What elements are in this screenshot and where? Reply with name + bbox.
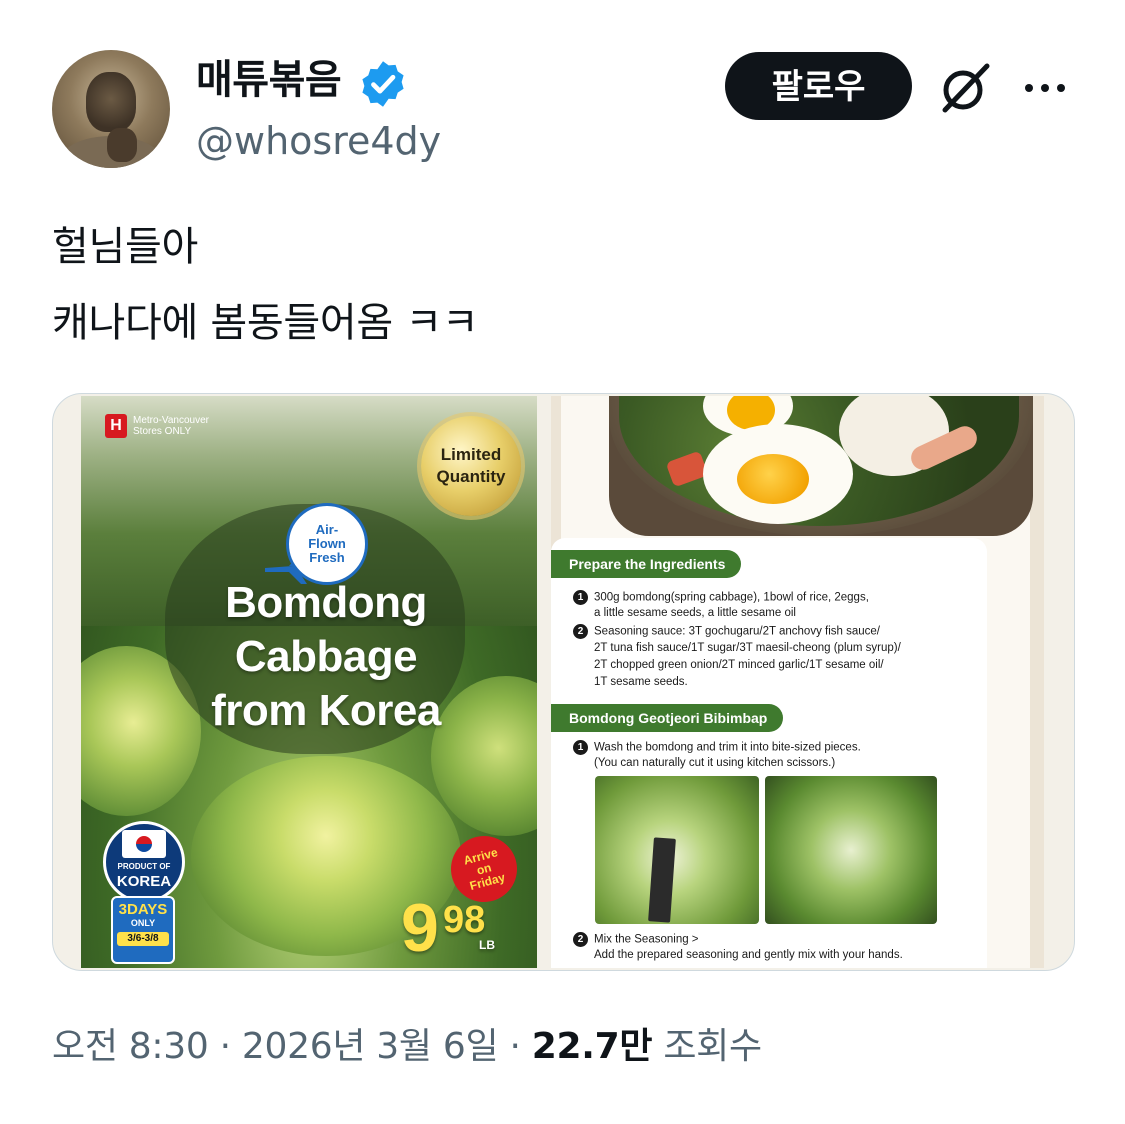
flyer-title-line: Cabbage: [234, 632, 418, 681]
airflown-line: Flown: [308, 536, 346, 551]
korea-flag-icon: [122, 830, 166, 858]
airflown-line: Fresh: [309, 550, 345, 565]
tweet-text-line: 헐님들아: [52, 224, 198, 270]
store-note-line: Metro-Vancouver: [133, 415, 209, 426]
store-note-line: Stores ONLY: [133, 426, 192, 437]
product-of-korea-badge: PRODUCT OF KOREA: [103, 821, 185, 903]
product-of-label: PRODUCT OF: [117, 862, 171, 871]
washing-cabbage-photo: [595, 776, 759, 924]
tweet-text-line: 캐나다에 봄동들어옴 ㅋㅋ: [52, 300, 479, 346]
dates-label: 3/6-3/8: [117, 932, 169, 946]
avatar[interactable]: [52, 50, 170, 168]
recipe-line: 1 Wash the bomdong and trim it into bite-…: [573, 740, 861, 756]
recipe-line: 1 300g bomdong(spring cabbage), 1bowl of …: [573, 590, 869, 606]
recipe-line: 1T sesame seeds.: [594, 676, 688, 688]
grok-icon[interactable]: [937, 60, 993, 116]
recipe-image[interactable]: Prepare the Ingredients 1 300g bomdong(sp…: [551, 396, 1044, 968]
flyer-title: Bomdong Cabbage from Korea: [161, 576, 491, 738]
recipe-line: a little sesame seeds, a little sesame o…: [594, 607, 796, 619]
h-mart-logo-icon: H: [105, 414, 127, 438]
verified-badge-icon: [362, 61, 404, 107]
flyer-title-line: from Korea: [211, 686, 441, 735]
days-label: 3DAYS: [118, 901, 168, 918]
price-tag: 9 98 LB: [401, 890, 495, 966]
three-days-only-badge: 3DAYS ONLY 3/6-3/8: [111, 896, 175, 964]
section-heading: Bomdong Geotjeori Bibimbap: [551, 704, 784, 732]
avatar-face-shape: [86, 72, 136, 132]
recipe-line: 2T chopped green onion/2T minced garlic/…: [594, 659, 884, 671]
user-handle[interactable]: @whosre4dy: [196, 118, 441, 164]
cabbage-in-bowl-photo: [765, 776, 937, 924]
recipe-line: Add the prepared seasoning and gently mi…: [594, 949, 903, 961]
flyer-image[interactable]: H Metro-Vancouver Stores ONLY Limited Qu…: [81, 396, 537, 968]
price-dollars: 9: [401, 890, 439, 966]
airflown-line: Air-: [315, 522, 339, 537]
view-count-label: 조회수: [663, 1026, 762, 1067]
only-label: ONLY: [130, 918, 156, 928]
price-unit: LB: [479, 938, 495, 952]
post-time[interactable]: 오전 8:30: [52, 1026, 209, 1067]
display-name[interactable]: 매튜볶음: [196, 56, 342, 104]
limited-line: Quantity: [436, 467, 506, 486]
recipe-line: 2T tuna fish sauce/1T sugar/3T maesil-ch…: [594, 642, 901, 654]
recipe-line: 2 Mix the Seasoning >: [573, 932, 699, 948]
view-count: 22.7만: [531, 1026, 653, 1067]
separator: ·: [219, 1026, 231, 1067]
korea-label: KOREA: [116, 873, 172, 890]
recipe-card: Prepare the Ingredients 1 300g bomdong(sp…: [551, 538, 987, 968]
section-heading: Prepare the Ingredients: [551, 550, 742, 578]
tweet-meta: 오전 8:30 · 2026년 3월 6일 · 22.7만 조회수: [52, 1024, 762, 1070]
limited-quantity-badge: Limited Quantity: [421, 416, 521, 516]
air-flown-fresh-badge: Air- Flown Fresh: [286, 503, 368, 585]
separator: ·: [509, 1026, 521, 1067]
store-note: H Metro-Vancouver Stores ONLY: [105, 414, 209, 438]
price-cents: 98: [443, 899, 486, 941]
limited-line: Limited: [440, 445, 502, 464]
post-date[interactable]: 2026년 3월 6일: [242, 1026, 499, 1067]
recipe-line: (You can naturally cut it using kitchen …: [594, 757, 836, 769]
more-icon[interactable]: [1022, 74, 1068, 102]
bibimbap-bowl-photo: [609, 396, 1033, 536]
flyer-title-line: Bomdong: [225, 578, 427, 627]
media-card[interactable]: H Metro-Vancouver Stores ONLY Limited Qu…: [52, 393, 1075, 971]
avatar-hand-shape: [107, 128, 137, 162]
follow-button[interactable]: 팔로우: [725, 52, 912, 120]
recipe-line: 2 Seasoning sauce: 3T gochugaru/2T anchov…: [573, 624, 880, 640]
arrive-line: Friday: [468, 869, 507, 893]
